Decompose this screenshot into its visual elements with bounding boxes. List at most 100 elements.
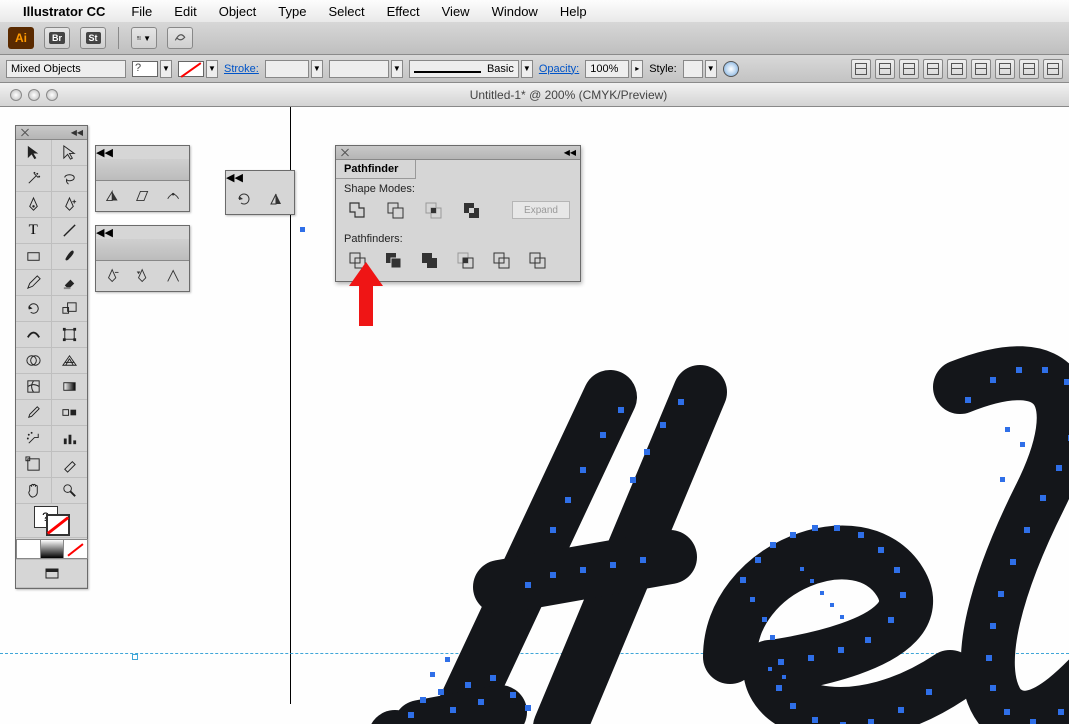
crop-button[interactable] — [454, 249, 476, 271]
minus-front-button[interactable] — [384, 199, 406, 221]
panel-menu-icon[interactable]: ◀◀ — [96, 226, 189, 239]
reshape-icon[interactable] — [165, 187, 181, 205]
stroke-weight-dropdown[interactable]: ▼ — [265, 60, 323, 78]
stock-button[interactable]: St — [80, 27, 106, 49]
opacity-dropdown[interactable]: 100%▸ — [585, 60, 643, 78]
align-right-button[interactable] — [899, 59, 919, 79]
stroke-panel-link[interactable]: Stroke: — [224, 63, 259, 75]
shape-builder-tool[interactable] — [16, 348, 52, 374]
menu-help[interactable]: Help — [551, 4, 596, 19]
menu-effect[interactable]: Effect — [378, 4, 429, 19]
distribute-h-button[interactable] — [995, 59, 1015, 79]
reflect-tool-icon[interactable] — [267, 190, 285, 208]
minus-back-button[interactable] — [526, 249, 548, 271]
mini-tab[interactable] — [96, 159, 143, 180]
align-vcenter-button[interactable] — [947, 59, 967, 79]
window-zoom-button[interactable] — [46, 89, 58, 101]
menu-window[interactable]: Window — [483, 4, 547, 19]
panel-menu-icon[interactable]: ◀◀ — [226, 171, 294, 184]
var-width-profile-dropdown[interactable]: ▼ — [329, 60, 403, 78]
reflect-icon[interactable] — [104, 187, 120, 205]
align-more-button[interactable] — [1043, 59, 1063, 79]
artboard-tool[interactable] — [16, 452, 52, 478]
recolor-artwork-button[interactable] — [723, 61, 739, 77]
convert-anchor-icon[interactable] — [134, 267, 150, 285]
scale-tool[interactable] — [52, 296, 88, 322]
mini-tab[interactable] — [143, 159, 190, 180]
screen-mode-button[interactable] — [16, 560, 87, 588]
brush-definition-dropdown[interactable]: Basic ▼ — [409, 60, 533, 78]
paintbrush-tool[interactable] — [52, 244, 88, 270]
panel-menu-icon[interactable]: ◀◀ — [96, 146, 189, 159]
none-mode-button[interactable] — [63, 539, 88, 559]
mini-tab[interactable] — [96, 239, 143, 260]
mini-tab[interactable] — [143, 239, 190, 260]
menu-select[interactable]: Select — [319, 4, 373, 19]
stroke-swatch[interactable] — [46, 514, 70, 536]
distribute-v-button[interactable] — [1019, 59, 1039, 79]
fill-stroke-swatch[interactable]: ? — [16, 504, 87, 538]
add-anchor-point-tool[interactable] — [52, 192, 88, 218]
intersect-button[interactable] — [422, 199, 444, 221]
app-menu[interactable]: Illustrator CC — [14, 4, 114, 19]
magic-wand-tool[interactable] — [16, 166, 52, 192]
zoom-tool[interactable] — [52, 478, 88, 504]
pathfinder-tab[interactable]: Pathfinder — [336, 160, 416, 179]
eyedropper-tool[interactable] — [16, 400, 52, 426]
anchor-point-icon[interactable] — [165, 267, 181, 285]
blend-tool[interactable] — [52, 400, 88, 426]
gpu-preview-button[interactable] — [167, 27, 193, 49]
color-mode-button[interactable] — [16, 539, 41, 559]
close-icon[interactable] — [340, 148, 350, 158]
align-top-button[interactable] — [923, 59, 943, 79]
fill-color-dropdown[interactable]: ? ▼ — [132, 60, 172, 78]
type-tool[interactable]: T — [16, 218, 52, 244]
symbol-sprayer-tool[interactable] — [16, 426, 52, 452]
align-bottom-button[interactable] — [971, 59, 991, 79]
direct-selection-tool[interactable] — [52, 140, 88, 166]
shear-icon[interactable] — [134, 187, 150, 205]
unite-button[interactable] — [346, 199, 368, 221]
pencil-tool[interactable] — [16, 270, 52, 296]
eraser-tool[interactable] — [52, 270, 88, 296]
slice-tool[interactable] — [52, 452, 88, 478]
panel-menu-icon[interactable]: ◀◀ — [71, 128, 83, 137]
window-close-button[interactable] — [10, 89, 22, 101]
selection-type-dropdown[interactable]: Mixed Objects — [6, 60, 126, 78]
close-icon[interactable] — [20, 128, 30, 138]
gradient-mode-button[interactable] — [40, 539, 65, 559]
menu-edit[interactable]: Edit — [165, 4, 205, 19]
menu-object[interactable]: Object — [210, 4, 266, 19]
outline-button[interactable] — [490, 249, 512, 271]
align-left-button[interactable] — [851, 59, 871, 79]
width-tool[interactable] — [16, 322, 52, 348]
rotate-icon[interactable] — [235, 190, 253, 208]
trim-button[interactable] — [382, 249, 404, 271]
merge-button[interactable] — [418, 249, 440, 271]
menu-type[interactable]: Type — [269, 4, 315, 19]
arrange-documents-button[interactable]: ▼ — [131, 27, 157, 49]
bridge-button[interactable]: Br — [44, 27, 70, 49]
opacity-panel-link[interactable]: Opacity: — [539, 63, 579, 75]
graphic-style-dropdown[interactable]: ▼ — [683, 60, 717, 78]
perspective-grid-tool[interactable] — [52, 348, 88, 374]
panel-menu-icon[interactable]: ◀◀ — [564, 148, 576, 157]
menu-file[interactable]: File — [122, 4, 161, 19]
pen-tool[interactable] — [16, 192, 52, 218]
delete-anchor-icon[interactable] — [104, 267, 120, 285]
mesh-tool[interactable] — [16, 374, 52, 400]
menu-view[interactable]: View — [433, 4, 479, 19]
align-hcenter-button[interactable] — [875, 59, 895, 79]
rectangle-tool[interactable] — [16, 244, 52, 270]
selection-handle[interactable] — [132, 654, 138, 660]
line-segment-tool[interactable] — [52, 218, 88, 244]
gradient-tool[interactable] — [52, 374, 88, 400]
stroke-color-dropdown[interactable]: ▼ — [178, 60, 218, 78]
lasso-tool[interactable] — [52, 166, 88, 192]
rotate-tool[interactable] — [16, 296, 52, 322]
hand-tool[interactable] — [16, 478, 52, 504]
window-minimize-button[interactable] — [28, 89, 40, 101]
column-graph-tool[interactable] — [52, 426, 88, 452]
free-transform-tool[interactable] — [52, 322, 88, 348]
exclude-button[interactable] — [460, 199, 482, 221]
